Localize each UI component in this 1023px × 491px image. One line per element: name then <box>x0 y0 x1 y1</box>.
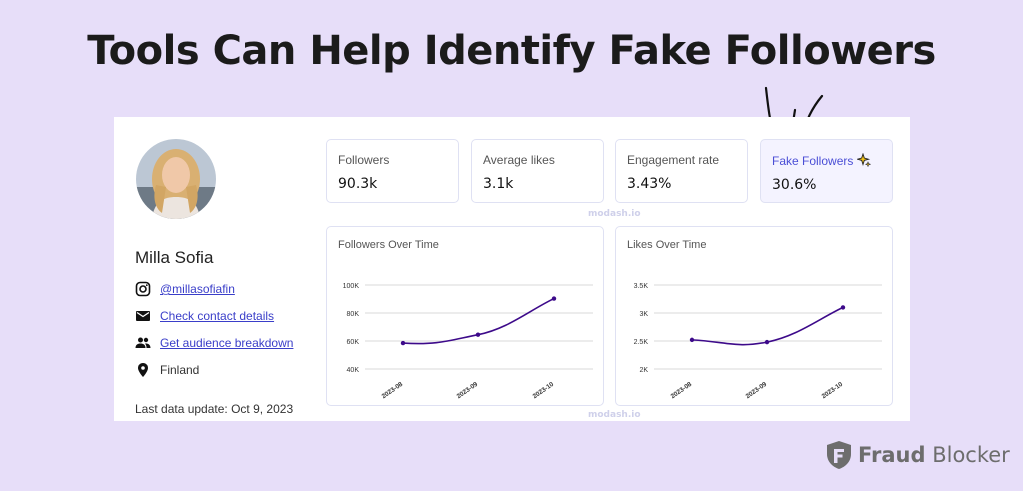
brand-bold: Fraud <box>858 443 926 467</box>
y-tick-label: 40K <box>347 367 360 374</box>
brand-text: Fraud Blocker <box>858 443 1010 467</box>
likes-chart-plot: 3.5K 3K 2.5K 2K 2023-08 2023-09 2023-10 <box>634 283 882 401</box>
stat-card-engagement-rate: Engagement rate 3.43% <box>615 139 748 203</box>
instagram-icon <box>135 281 151 297</box>
likes-chart: Likes Over Time 3.5K 3K 2.5K 2K 2023-08 2023-… <box>615 226 893 406</box>
fake-followers-label: Fake Followers <box>772 154 854 168</box>
last-update-text: Last data update: Oct 9, 2023 <box>135 402 294 416</box>
stat-value: 30.6% <box>772 177 817 193</box>
x-tick-label: 2023-10 <box>532 381 556 401</box>
location-row: Finland <box>135 361 199 379</box>
y-tick-label: 2K <box>639 367 648 374</box>
x-tick-label: 2023-09 <box>745 381 769 401</box>
stat-card-fake-followers: Fake Followers 30.6% <box>760 139 893 203</box>
y-tick-label: 2.5K <box>634 339 649 346</box>
y-tick-label: 60K <box>347 339 360 346</box>
people-icon <box>135 337 151 348</box>
stat-value: 3.1k <box>483 176 514 192</box>
y-tick-label: 3K <box>639 311 648 318</box>
shield-logo-icon <box>827 441 851 469</box>
brand-rest: Blocker <box>932 443 1010 467</box>
stat-label: Followers <box>338 153 390 167</box>
stat-value: 90.3k <box>338 176 378 192</box>
mail-icon <box>136 311 150 321</box>
contact-details-link[interactable]: Check contact details <box>160 309 274 323</box>
stat-label: Engagement rate <box>627 153 720 167</box>
data-point <box>840 305 846 310</box>
followers-chart-plot: 100K 80K 60K 40K 2023-08 2023-09 2023-10 <box>343 283 593 401</box>
location-text: Finland <box>160 363 200 377</box>
x-tick-label: 2023-09 <box>456 381 480 401</box>
stat-value: 3.43% <box>627 176 672 192</box>
data-point <box>551 296 557 301</box>
location-pin-icon <box>138 363 148 377</box>
contact-row: Check contact details <box>135 307 274 325</box>
stat-label: Fake Followers <box>772 152 881 168</box>
audience-row: Get audience breakdown <box>135 334 293 352</box>
stat-card-average-likes: Average likes 3.1k <box>471 139 604 203</box>
page-headline: Tools Can Help Identify Fake Followers <box>87 28 936 74</box>
influencer-profile-card: Milla Sofia @millasofiafin Check contact… <box>114 117 910 421</box>
instagram-row: @millasofiafin <box>135 280 235 298</box>
data-point <box>689 337 695 343</box>
stat-label: Average likes <box>483 153 555 167</box>
x-tick-label: 2023-10 <box>821 381 845 401</box>
y-tick-label: 100K <box>343 283 360 290</box>
audience-breakdown-link[interactable]: Get audience breakdown <box>160 336 293 350</box>
stat-card-followers: Followers 90.3k <box>326 139 459 203</box>
sparkle-icon <box>855 152 871 168</box>
data-point <box>764 339 770 345</box>
watermark: modash.io <box>588 209 641 219</box>
data-point <box>475 332 481 337</box>
profile-name: Milla Sofia <box>135 248 214 267</box>
instagram-handle-link[interactable]: @millasofiafin <box>160 282 235 296</box>
avatar <box>136 139 216 219</box>
watermark: modash.io <box>588 410 641 420</box>
fraud-blocker-logo: Fraud Blocker <box>826 439 1010 471</box>
y-tick-label: 3.5K <box>634 283 649 290</box>
x-tick-label: 2023-08 <box>381 381 405 401</box>
x-tick-label: 2023-08 <box>670 381 694 401</box>
y-tick-label: 80K <box>347 311 360 318</box>
followers-chart: Followers Over Time 100K 80K 60K 40K 2023-08… <box>326 226 604 406</box>
data-point <box>400 340 406 346</box>
